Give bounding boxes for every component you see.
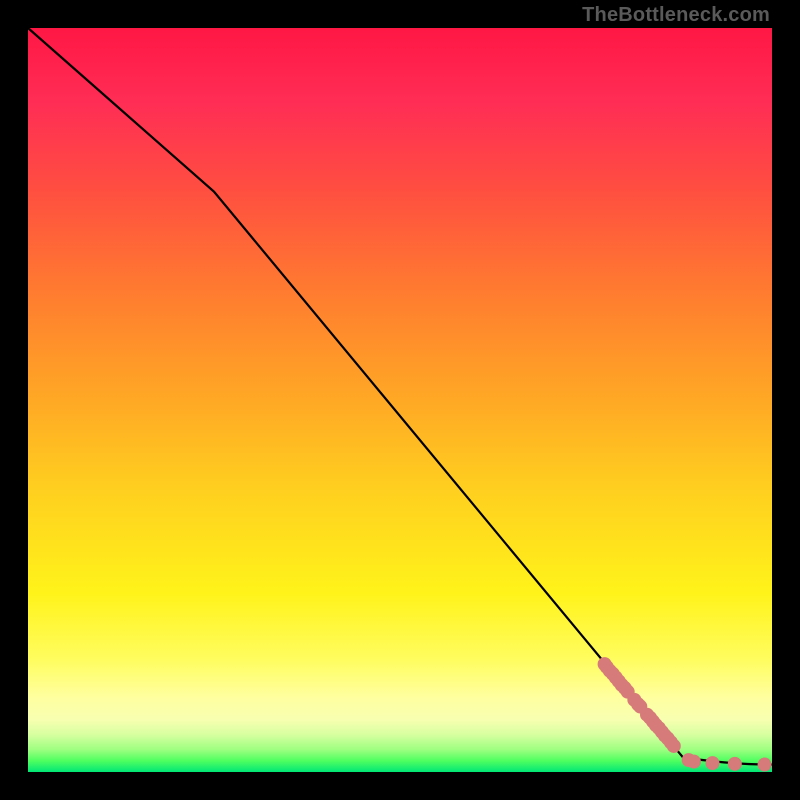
data-point	[667, 739, 681, 753]
data-point	[728, 757, 742, 771]
chart-curve	[28, 28, 772, 765]
attribution-text: TheBottleneck.com	[582, 4, 770, 27]
data-point	[687, 755, 701, 769]
data-point	[705, 756, 719, 770]
chart-points	[598, 657, 772, 771]
data-point	[758, 758, 772, 772]
chart-overlay	[28, 28, 772, 772]
